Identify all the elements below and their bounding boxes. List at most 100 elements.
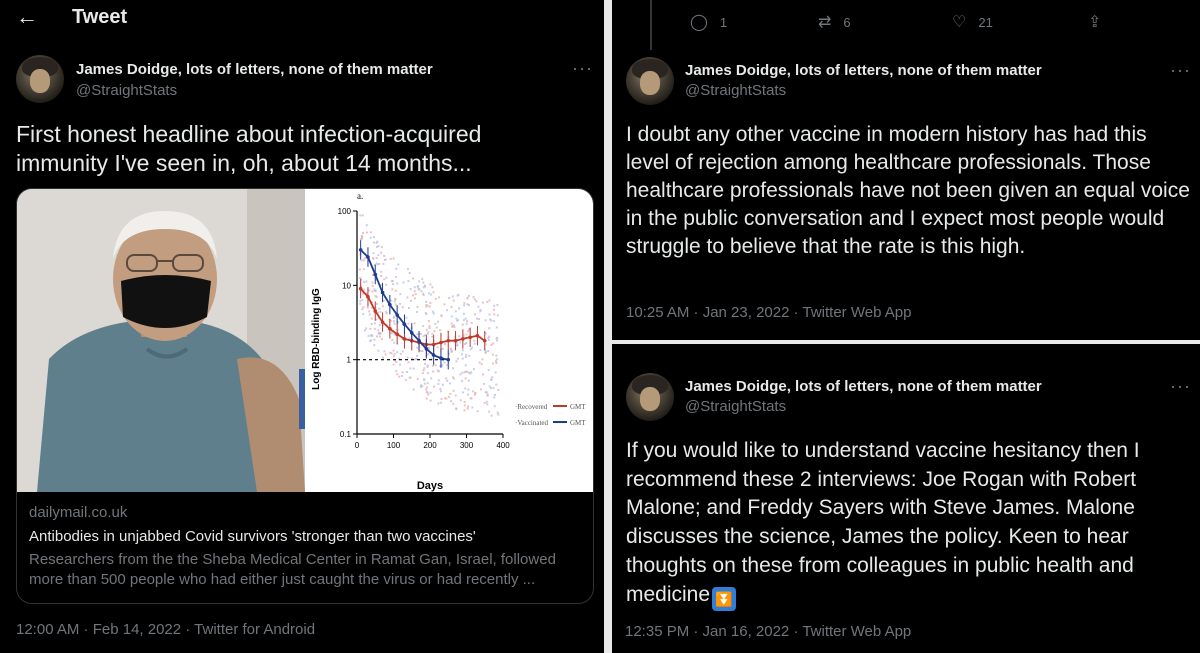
more-options-icon[interactable]: ··· [1170,60,1191,81]
raw-point [380,251,383,254]
raw-point [463,409,466,412]
raw-point [363,280,365,283]
raw-point [437,383,440,385]
raw-point [488,410,491,413]
raw-point [483,383,486,385]
author-name[interactable]: James Doidge, lots of letters, none of t… [685,378,1042,395]
raw-point [436,346,439,349]
raw-point [434,364,437,367]
tweet-actions: ◯ 1 ⇄ 6 ♡ 21 ⇪ [612,0,1200,40]
more-options-icon[interactable]: ··· [1170,376,1191,397]
raw-point [452,402,455,405]
raw-point [369,231,372,234]
tweet-timestamp[interactable]: 12:00 AM · Feb 14, 2022 · Twitter for An… [16,621,315,638]
raw-point [484,319,487,322]
raw-point [413,286,416,289]
raw-point [488,313,491,316]
data-point [358,286,363,291]
raw-point [385,276,388,279]
raw-point [421,278,424,281]
avatar[interactable] [626,57,674,105]
raw-point [372,252,375,255]
avatar[interactable] [16,55,64,103]
raw-point [493,313,496,316]
antibody-chart: 0 100 200 300 400 100 10 1 0.1 a. Days Log RBD-b… [305,189,593,492]
raw-point [427,331,430,334]
raw-point [492,342,495,345]
raw-point [496,411,499,414]
tweet-timestamp[interactable]: 10:25 AM · Jan 23, 2022 · Twitter Web Ap… [626,304,911,321]
raw-point [362,306,365,309]
raw-point [467,405,469,408]
raw-point [450,400,452,403]
author-handle[interactable]: @StraightStats [685,398,786,415]
raw-point [489,318,492,321]
data-point [388,327,392,331]
avatar[interactable] [626,373,674,421]
raw-point [416,333,419,336]
raw-point [371,285,374,287]
back-arrow-icon[interactable]: ← [16,4,38,30]
raw-point [409,376,412,379]
raw-point [366,231,368,234]
author-handle[interactable]: @StraightStats [685,82,786,99]
link-card[interactable]: 0 100 200 300 400 100 10 1 0.1 a. Days Log RBD-b… [16,188,594,604]
raw-point [378,307,381,310]
raw-point [470,322,473,324]
raw-point [495,354,498,357]
raw-point [373,236,375,238]
raw-point [462,312,465,315]
raw-point [453,326,456,328]
raw-point [482,373,484,376]
raw-point [416,377,419,380]
raw-point [430,377,433,380]
data-point [482,338,487,343]
raw-point [407,361,410,364]
card-title[interactable]: Antibodies in unjabbed Covid survivors '… [29,528,476,545]
raw-point [365,327,368,330]
raw-point [359,302,362,305]
card-photo [17,189,305,492]
raw-point [361,299,364,302]
data-point [409,330,414,335]
raw-point [473,368,475,371]
card-text: dailymail.co.uk Antibodies in unjabbed C… [17,492,593,603]
raw-point [365,280,368,283]
raw-point [490,414,493,417]
raw-point [467,393,470,396]
author-name[interactable]: James Doidge, lots of letters, none of t… [76,61,433,78]
raw-point [409,367,412,370]
raw-point [440,398,443,400]
raw-point [395,267,398,270]
raw-point [493,304,496,307]
raw-point [393,320,395,323]
raw-point [376,303,378,305]
raw-point [414,297,417,300]
data-point [380,290,385,295]
more-options-icon[interactable]: ··· [572,58,593,79]
reply-button[interactable]: ◯ 1 [690,12,727,32]
retweet-button[interactable]: ⇄ 6 [818,12,851,32]
raw-point [459,373,462,376]
raw-point [359,300,362,303]
share-button[interactable]: ⇪ [1088,12,1113,32]
author-name[interactable]: James Doidge, lots of letters, none of t… [685,62,1042,79]
raw-point [470,397,473,400]
raw-point [479,348,482,351]
raw-point [437,402,440,405]
tweet-timestamp[interactable]: 12:35 PM · Jan 16, 2022 · Twitter Web Ap… [625,623,911,640]
raw-point [461,353,463,356]
author-handle[interactable]: @StraightStats [76,82,177,99]
tweet-text: If you would like to understand vaccine … [626,439,1140,606]
raw-point [377,349,380,352]
raw-point [378,262,381,265]
raw-point [406,371,408,373]
like-button[interactable]: ♡ 21 [952,12,993,32]
main-tweet-panel: ← Tweet James Doidge, lots of letters, n… [0,0,604,653]
raw-point [433,385,435,388]
raw-point [367,334,370,337]
raw-point [463,304,466,307]
raw-point [396,351,399,354]
raw-point [390,352,393,355]
raw-point [423,367,426,370]
